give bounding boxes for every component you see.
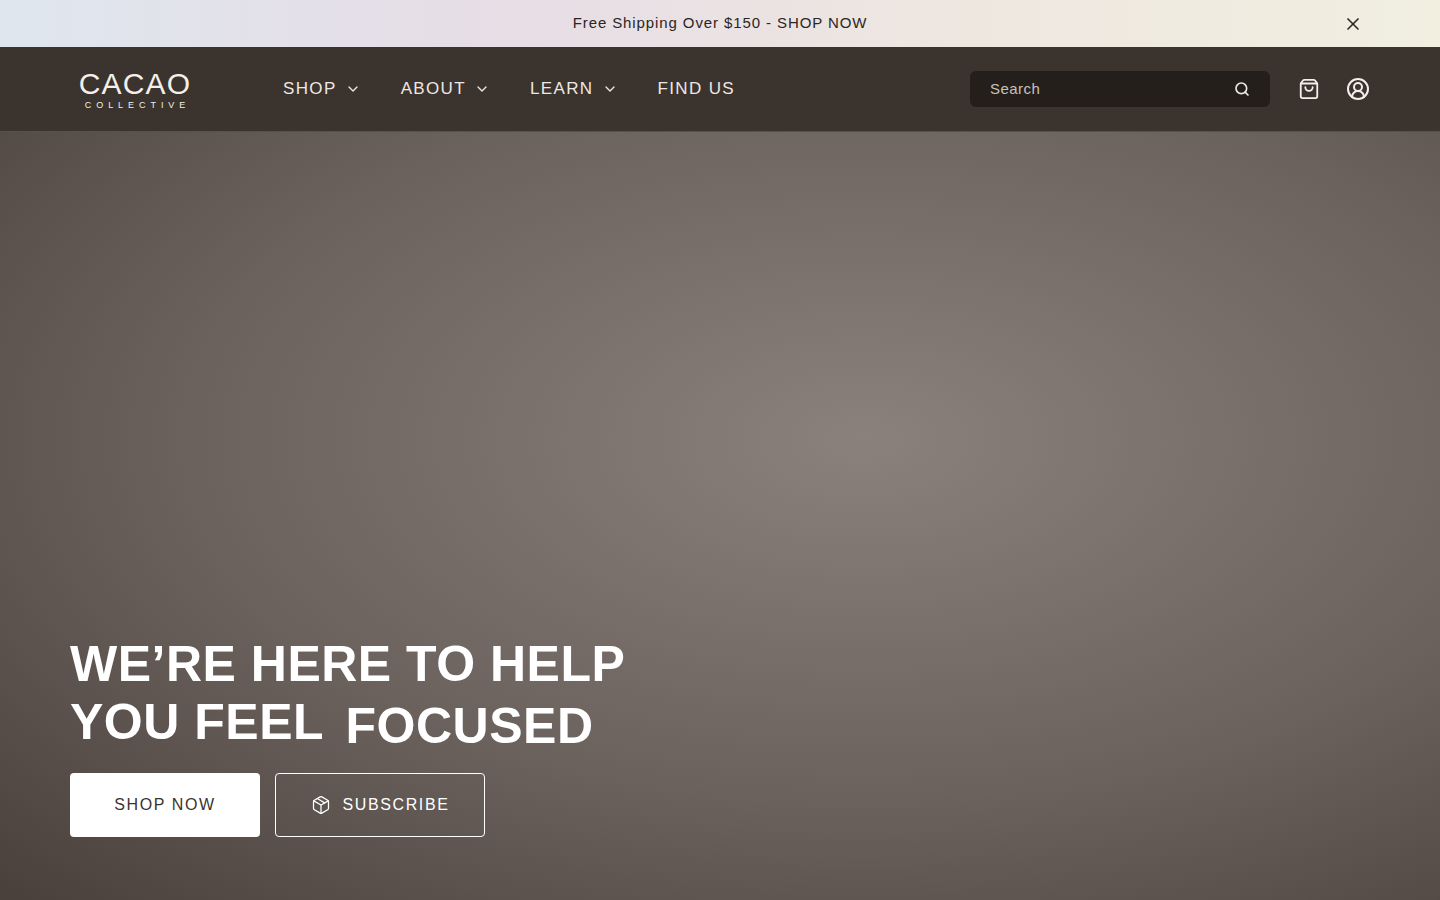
- hero-highlight: FOCUSED: [346, 697, 594, 755]
- nav-item[interactable]: ABOUT: [401, 76, 490, 102]
- header: CACAOCOLLECTIVE SHOP ABOUT LEARN FIND US: [0, 47, 1440, 132]
- subscribe-button[interactable]: SUBSCRIBE: [275, 773, 485, 837]
- close-button[interactable]: [1342, 13, 1364, 35]
- hero-heading: WE’RE HERE TO HELPYOU FEEL FOCUSED: [70, 635, 1370, 751]
- hero-buttons: SHOP NOWSUBSCRIBE: [70, 773, 1370, 837]
- account-icon[interactable]: [1346, 77, 1370, 101]
- shop-now-button[interactable]: SHOP NOW: [70, 773, 260, 837]
- search-input[interactable]: [990, 78, 1226, 101]
- announcement-bar: Free Shipping Over $150 - SHOP NOW: [0, 0, 1440, 47]
- nav-item[interactable]: FIND US: [658, 76, 736, 102]
- logo-tagline: COLLECTIVE: [80, 100, 191, 111]
- box-icon: [311, 795, 331, 815]
- nav-item[interactable]: SHOP: [283, 76, 361, 102]
- nav-item[interactable]: LEARN: [530, 76, 618, 102]
- close-icon: [1343, 14, 1363, 34]
- search-field[interactable]: [970, 71, 1270, 107]
- hero: WE’RE HERE TO HELPYOU FEEL FOCUSED SHOP N…: [0, 132, 1440, 900]
- page: Free Shipping Over $150 - SHOP NOW CACAOC…: [0, 0, 1440, 900]
- announcement-link[interactable]: Free Shipping Over $150 - SHOP NOW: [573, 12, 868, 35]
- logo-name: CACAO: [79, 68, 192, 100]
- chevron-down-icon: [602, 81, 618, 97]
- chevron-down-icon: [474, 81, 490, 97]
- main-nav: SHOP ABOUT LEARN FIND US: [283, 76, 735, 102]
- logo[interactable]: CACAOCOLLECTIVE: [70, 68, 200, 111]
- search-icon[interactable]: [1234, 81, 1250, 97]
- chevron-down-icon: [345, 81, 361, 97]
- cart-icon[interactable]: [1298, 78, 1320, 100]
